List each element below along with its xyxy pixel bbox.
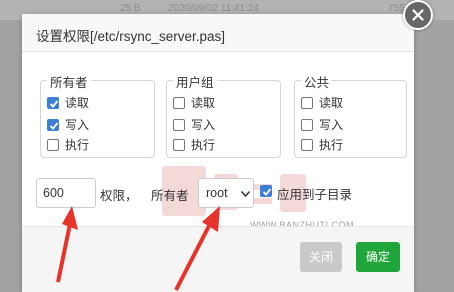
checkbox-checked-icon [260,185,272,197]
group-legend: 公共 [301,72,333,91]
group-legend: 用户组 [173,72,217,91]
dialog-title: 设置权限[/etc/rsync_server.pas] [36,29,226,44]
bg-date: 2020/09/02 11:41:24 [168,3,260,14]
owner-label: 所有者 [151,189,189,203]
apply-subdir-label: 应用到子目录 [277,188,353,202]
group-permission-group: 用户组 读取 写入 执行 [166,72,281,158]
close-button[interactable]: 关闭 [300,242,342,272]
annotation-arrow-icon [56,206,78,283]
dialog-title-bar: 设置权限[/etc/rsync_server.pas] [22,14,414,52]
owner-permission-group: 所有者 读取 写入 执行 [40,72,155,158]
dialog-close-button[interactable] [403,0,433,30]
close-icon [412,9,424,21]
owner-select-value: root [206,186,228,200]
group-legend: 所有者 [47,72,91,91]
ok-button[interactable]: 确定 [356,242,400,272]
annotation-arrow-icon [174,206,220,291]
public-permission-group: 公共 读取 写入 执行 [294,72,407,158]
bg-size: 25 B [120,3,141,14]
chevron-down-icon [241,191,250,197]
permission-mode-label: 权限， [100,189,138,203]
